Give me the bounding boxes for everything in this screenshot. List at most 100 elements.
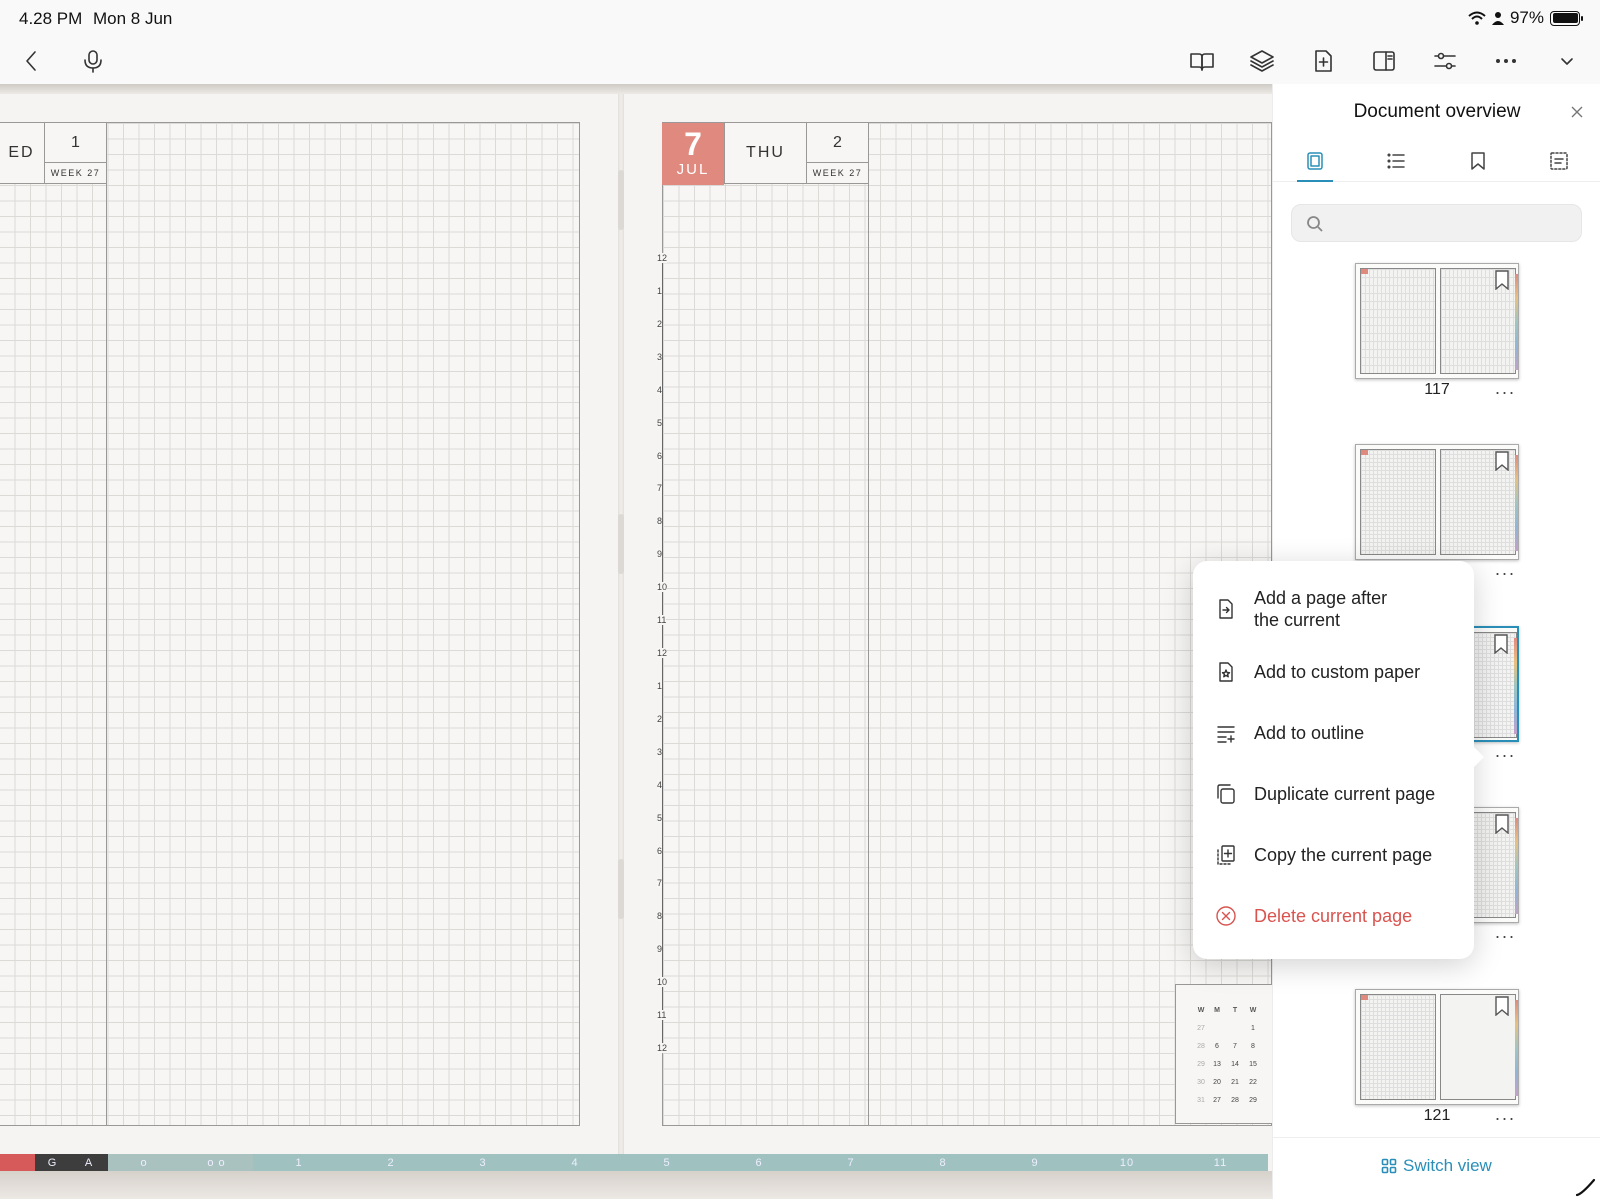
- thumbnail-more-button[interactable]: ···: [1493, 1109, 1517, 1127]
- index-tab[interactable]: 8: [897, 1154, 989, 1171]
- hour-label: 8: [657, 911, 663, 922]
- cal-day[interactable]: [1226, 1019, 1244, 1037]
- index-tab[interactable]: [0, 1154, 35, 1171]
- add-page-after-icon: [1219, 599, 1233, 619]
- index-tab[interactable]: 1: [253, 1154, 345, 1171]
- mini-calendar[interactable]: W M T W 27 1 28 6 7 8 29 13 14 15 30 20 21 22 31 27…: [1175, 984, 1272, 1124]
- left-day-number: 1: [44, 122, 107, 163]
- thumbnail-more-button[interactable]: ···: [1493, 564, 1517, 582]
- index-tab[interactable]: 2: [345, 1154, 437, 1171]
- hour-label: 4: [657, 779, 663, 790]
- search-box[interactable]: [1291, 204, 1582, 242]
- cal-day[interactable]: 27: [1208, 1091, 1226, 1109]
- index-tab[interactable]: 5: [621, 1154, 713, 1171]
- page-thumbnail[interactable]: [1355, 263, 1519, 379]
- cal-day[interactable]: 20: [1208, 1073, 1226, 1091]
- cal-day[interactable]: 1: [1244, 1019, 1262, 1037]
- index-tab[interactable]: o: [108, 1154, 180, 1171]
- index-tab[interactable]: 7: [805, 1154, 897, 1171]
- cal-day[interactable]: 28: [1226, 1091, 1244, 1109]
- close-icon[interactable]: [1568, 103, 1586, 121]
- menu-item-duplicate[interactable]: Duplicate current page: [1193, 779, 1474, 809]
- hour-label: 6: [657, 845, 663, 856]
- cal-day[interactable]: 15: [1244, 1055, 1262, 1073]
- split-view-button[interactable]: [1366, 43, 1402, 79]
- hour-label: 5: [657, 417, 663, 428]
- tab-annotations[interactable]: [1544, 146, 1574, 176]
- index-tab[interactable]: 6: [713, 1154, 805, 1171]
- cal-day[interactable]: 14: [1226, 1055, 1244, 1073]
- battery-icon: [1550, 10, 1583, 26]
- page-thumbnail[interactable]: [1355, 444, 1519, 560]
- index-tab[interactable]: o o: [180, 1154, 253, 1171]
- cal-day[interactable]: [1208, 1019, 1226, 1037]
- bookmark-icon[interactable]: [1494, 814, 1510, 834]
- bookmark-icon[interactable]: [1494, 996, 1510, 1016]
- bookmark-icon[interactable]: [1494, 451, 1510, 471]
- index-tab[interactable]: A: [70, 1154, 108, 1171]
- status-indicators: 97%: [1468, 8, 1583, 28]
- hour-label: 5: [657, 812, 663, 823]
- settings-sliders-button[interactable]: [1427, 43, 1463, 79]
- thumbnail-more-button[interactable]: ···: [1493, 746, 1517, 764]
- date-tag: 7 JUL: [662, 123, 724, 185]
- cal-day[interactable]: 6: [1208, 1037, 1226, 1055]
- index-tab[interactable]: 9: [989, 1154, 1081, 1171]
- more-button[interactable]: [1488, 43, 1524, 79]
- date-month: JUL: [676, 161, 710, 178]
- cal-day[interactable]: 22: [1244, 1073, 1262, 1091]
- index-tab[interactable]: G: [35, 1154, 70, 1171]
- cal-week: 29: [1197, 1060, 1205, 1068]
- tab-bookmarks[interactable]: [1463, 146, 1493, 176]
- cal-day[interactable]: 13: [1208, 1055, 1226, 1073]
- thumbnail-more-button[interactable]: ···: [1493, 927, 1517, 945]
- back-button[interactable]: [14, 43, 50, 79]
- tab-thumbnails[interactable]: [1300, 146, 1330, 176]
- index-tab[interactable]: 3: [437, 1154, 529, 1171]
- panel-tabs: [1273, 136, 1600, 182]
- add-outline-icon: [1217, 726, 1235, 743]
- cal-day[interactable]: 21: [1226, 1073, 1244, 1091]
- sliders-icon: [1434, 52, 1456, 70]
- menu-item-add-custom-paper[interactable]: Add to custom paper: [1193, 657, 1474, 687]
- bookmark-icon[interactable]: [1494, 270, 1510, 290]
- collapse-button[interactable]: [1549, 43, 1585, 79]
- left-weekday-label: ED: [0, 122, 45, 184]
- hour-label: 10: [657, 977, 668, 988]
- menu-item-label: Duplicate current page: [1254, 784, 1436, 804]
- microphone-button[interactable]: [75, 43, 111, 79]
- switch-view-bar: Switch view: [1273, 1137, 1600, 1197]
- index-tab[interactable]: 11: [1173, 1154, 1268, 1171]
- menu-item-add-page-after[interactable]: Add a page after the current: [1193, 587, 1474, 631]
- menu-item-copy-page[interactable]: Copy the current page: [1193, 840, 1474, 870]
- wifi-icon: [1468, 11, 1486, 25]
- add-page-button[interactable]: [1305, 43, 1341, 79]
- layers-button[interactable]: [1244, 43, 1280, 79]
- index-tab[interactable]: 10: [1081, 1154, 1173, 1171]
- right-day-number: 2: [806, 122, 869, 163]
- switch-view-label: Switch view: [1403, 1156, 1492, 1175]
- pencil-icon[interactable]: [1574, 1174, 1598, 1198]
- hour-label: 2: [657, 318, 663, 329]
- more-icon: [1495, 59, 1516, 64]
- add-page-icon: [1315, 50, 1332, 72]
- index-tab[interactable]: 4: [529, 1154, 621, 1171]
- cal-week: 28: [1197, 1042, 1205, 1050]
- bookmark-icon[interactable]: [1493, 634, 1509, 654]
- cal-day[interactable]: 29: [1244, 1091, 1262, 1109]
- cal-day[interactable]: 7: [1226, 1037, 1244, 1055]
- menu-item-add-outline[interactable]: Add to outline: [1193, 718, 1474, 748]
- tab-outline[interactable]: [1381, 146, 1411, 176]
- switch-view-button[interactable]: Switch view: [1381, 1156, 1492, 1176]
- hour-label: 11: [657, 615, 667, 626]
- menu-item-label: Add to custom paper: [1254, 662, 1421, 682]
- page-thumbnail[interactable]: [1355, 989, 1519, 1105]
- cal-day[interactable]: 8: [1244, 1037, 1262, 1055]
- cal-header: T: [1232, 1006, 1238, 1014]
- thumbnail-more-button[interactable]: ···: [1493, 383, 1517, 401]
- panel-title: Document overview: [1353, 101, 1521, 122]
- reader-button[interactable]: [1184, 43, 1220, 79]
- cal-week: 31: [1197, 1096, 1205, 1104]
- menu-item-delete-page[interactable]: Delete current page: [1193, 901, 1474, 931]
- search-input[interactable]: [1332, 205, 1572, 241]
